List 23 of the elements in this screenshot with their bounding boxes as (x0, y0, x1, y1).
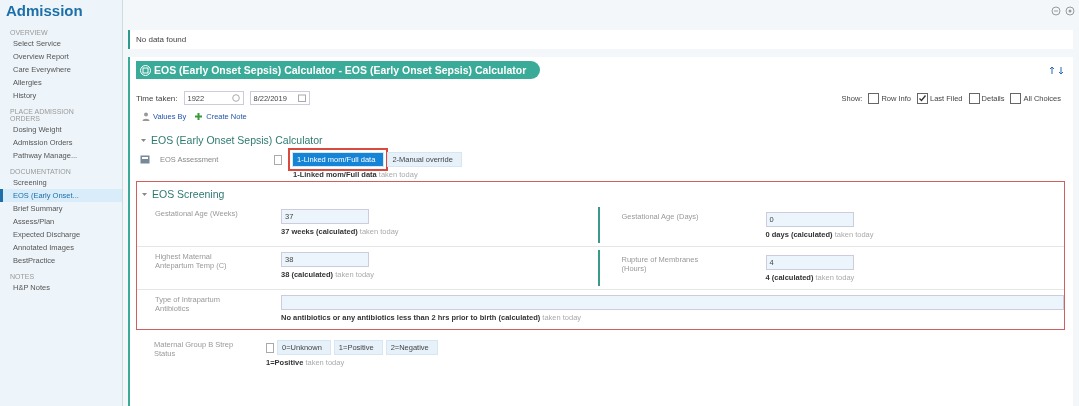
checkbox[interactable] (968, 92, 980, 104)
section-header[interactable]: EOS (Early Onset Sepsis) Calculator (140, 134, 1065, 146)
caret-icon (140, 136, 147, 144)
time-taken-label: Time taken: (136, 93, 178, 103)
check-icon (918, 93, 927, 103)
checkbox[interactable] (868, 92, 880, 104)
caret-icon (141, 190, 148, 198)
message-text: No data found (136, 35, 187, 44)
settings-icon[interactable] (1065, 6, 1075, 16)
sort-arrows-icon[interactable] (1049, 65, 1065, 75)
calendar-icon (297, 94, 306, 102)
section-header[interactable]: EOS Screening (141, 188, 1064, 200)
calculator-icon (140, 155, 150, 164)
person-icon (142, 112, 150, 121)
plus-icon (194, 112, 204, 121)
form-icon (140, 64, 151, 76)
app-title: Admission (5, 2, 84, 21)
checkbox[interactable] (1010, 92, 1022, 104)
collapse-icon[interactable] (1051, 6, 1061, 16)
checkbox[interactable] (917, 92, 928, 104)
clock-icon (231, 94, 240, 102)
input-field[interactable] (281, 295, 1064, 310)
form-title-text: EOS (Early Onset Sepsis) Calculator - EOS (Early Onset Sepsis) Calculator (154, 64, 527, 76)
